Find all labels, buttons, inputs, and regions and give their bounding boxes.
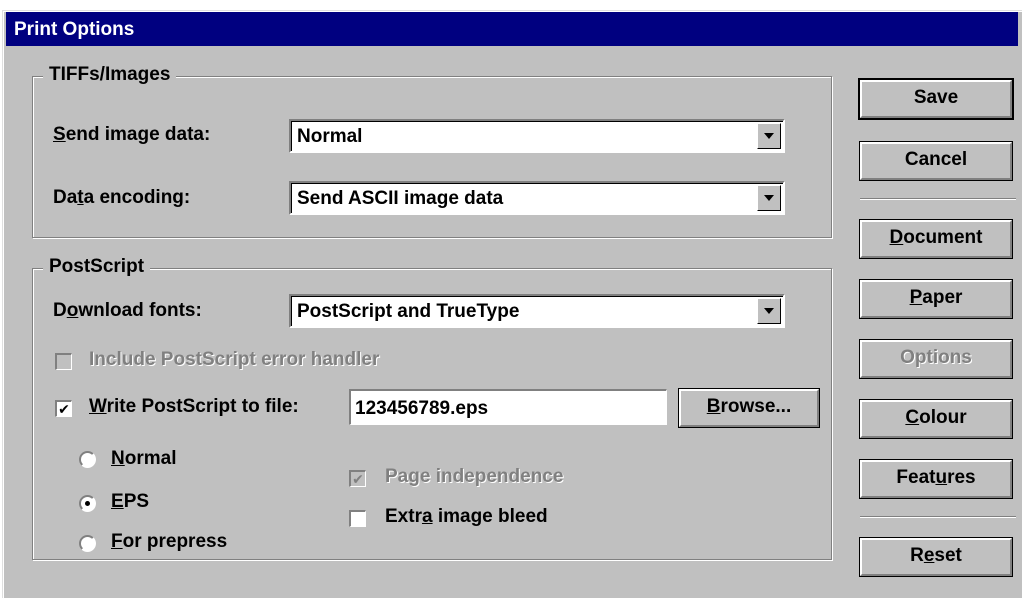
features-button-u: u <box>935 467 948 488</box>
paper-button-p: P <box>909 287 923 308</box>
features-button-featu: Feat <box>896 467 936 488</box>
extra-bleed-label-rest: image bleed <box>432 506 548 527</box>
document-button-d: D <box>889 227 904 248</box>
radio-prepress[interactable] <box>79 535 96 552</box>
paper-button[interactable]: Paper <box>859 279 1013 319</box>
radio-eps-label: EPS <box>111 491 149 513</box>
dialog-title: Print Options <box>14 19 135 40</box>
paper-button-rest: aper <box>922 287 963 308</box>
data-encoding-label-a: Da <box>53 187 78 208</box>
reset-button-r: R <box>910 545 924 566</box>
filename-field[interactable]: 123456789.eps <box>349 389 667 425</box>
radio-eps[interactable] <box>79 495 96 512</box>
write-to-file-label-rest: rite PostScript to file: <box>106 396 299 417</box>
download-fonts-value: PostScript and TrueType <box>297 301 520 322</box>
colour-button-rest: olour <box>919 407 967 428</box>
radio-prepress-label-rest: or prepress <box>122 531 228 552</box>
write-to-file-checkbox[interactable]: ✔ <box>55 400 72 417</box>
extra-bleed-label: Extra image bleed <box>385 506 548 528</box>
page-independence-label: Page independence <box>385 466 564 487</box>
send-image-data-value: Normal <box>297 126 363 147</box>
page-independence-checkbox[interactable]: ✔ <box>349 470 366 487</box>
radio-prepress-label-f: F <box>111 531 123 552</box>
chevron-down-icon[interactable] <box>757 185 781 211</box>
data-encoding-value: Send ASCII image data <box>297 188 504 209</box>
features-button[interactable]: Features <box>859 459 1013 499</box>
features-button-rest: res <box>947 467 976 488</box>
extra-bleed-label-extr: Extr <box>385 506 422 527</box>
reset-button[interactable]: Reset <box>859 537 1013 577</box>
chevron-down-icon[interactable] <box>757 123 781 149</box>
tiffs-images-group: TIFFs/Images Send image data: Normal Dat… <box>32 64 832 238</box>
cancel-button[interactable]: Cancel <box>859 141 1013 181</box>
error-handler-label: Include PostScript error handler <box>89 349 380 370</box>
download-fonts-label-d: D <box>53 300 67 321</box>
radio-normal[interactable] <box>79 451 96 468</box>
postscript-group: PostScript Download fonts: PostScript an… <box>32 256 832 560</box>
button-separator-top <box>860 198 1016 200</box>
data-encoding-combo[interactable]: Send ASCII image data <box>289 181 785 215</box>
colour-button-c: C <box>905 407 920 428</box>
browse-button[interactable]: Browse... <box>678 388 820 428</box>
radio-normal-label: Normal <box>111 448 176 470</box>
download-fonts-label-rest: wnload fonts: <box>78 300 202 321</box>
browse-button-rest: rowse... <box>720 396 792 417</box>
document-button-rest: ocument <box>903 227 983 248</box>
write-to-file-label: Write PostScript to file: <box>89 396 299 418</box>
postscript-legend: PostScript <box>43 256 151 278</box>
print-options-dialog: Print Options TIFFs/Images Send image da… <box>2 10 1022 598</box>
title-bar[interactable]: Print Options <box>6 12 1018 46</box>
radio-normal-label-rest: ormal <box>124 448 177 469</box>
button-separator-bottom <box>860 516 1016 518</box>
send-image-data-label-rest: end image data: <box>65 124 211 145</box>
download-fonts-label: Download fonts: <box>53 300 202 322</box>
send-image-data-combo[interactable]: Normal <box>289 119 785 153</box>
send-image-data-label-s: S <box>53 124 66 145</box>
write-to-file-label-w: W <box>89 396 107 417</box>
colour-button[interactable]: Colour <box>859 399 1013 439</box>
extra-bleed-label-a: a <box>421 506 433 527</box>
data-encoding-label-rest: a encoding: <box>83 187 191 208</box>
chevron-down-icon[interactable] <box>757 298 781 324</box>
tiffs-images-legend: TIFFs/Images <box>43 64 177 86</box>
options-button[interactable]: Options <box>859 339 1013 379</box>
browse-button-b: B <box>706 396 721 417</box>
radio-prepress-label: For prepress <box>111 531 227 553</box>
send-image-data-label: Send image data: <box>53 124 210 146</box>
reset-button-e: e <box>923 545 935 566</box>
radio-eps-label-e: E <box>111 491 124 512</box>
extra-bleed-checkbox[interactable] <box>349 510 366 527</box>
document-button[interactable]: Document <box>859 219 1013 259</box>
download-fonts-label-o: o <box>66 300 79 321</box>
save-button[interactable]: Save <box>858 78 1014 120</box>
radio-eps-label-rest: PS <box>123 491 150 512</box>
data-encoding-label: Data encoding: <box>53 187 190 209</box>
error-handler-checkbox[interactable] <box>55 353 72 370</box>
download-fonts-combo[interactable]: PostScript and TrueType <box>289 294 785 328</box>
radio-normal-label-n: N <box>111 448 125 469</box>
reset-button-rest: set <box>934 545 962 566</box>
